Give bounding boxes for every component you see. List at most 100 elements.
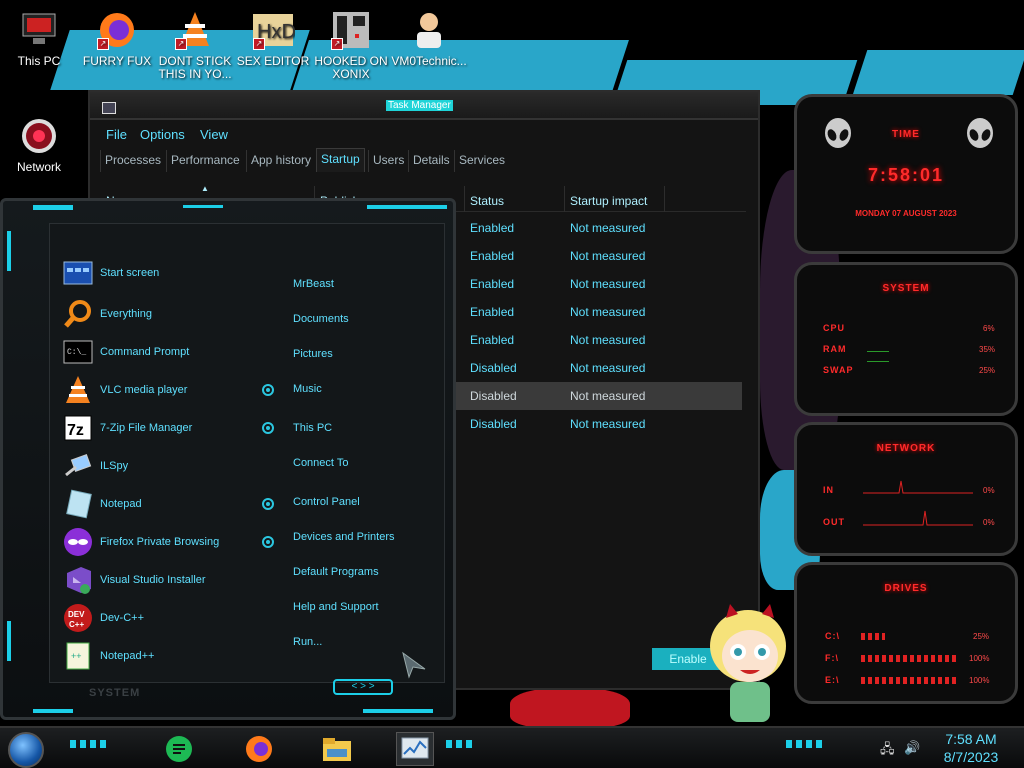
- place-connect-to[interactable]: Connect To: [293, 457, 348, 469]
- net-out-value: 0%: [983, 518, 995, 527]
- drive-e-label: E:\: [825, 675, 840, 685]
- tab-services[interactable]: Services: [454, 150, 509, 172]
- menu-file[interactable]: File: [106, 127, 127, 142]
- tab-users[interactable]: Users: [368, 150, 408, 172]
- place-run[interactable]: Run...: [293, 636, 322, 648]
- drive-f-bar: [861, 655, 957, 662]
- gadget-title: DRIVES: [884, 583, 928, 594]
- menu-view[interactable]: View: [200, 127, 228, 142]
- drive-f-value: 100%: [969, 654, 990, 663]
- start-menu-footer: SYSTEM: [89, 687, 141, 699]
- place-music[interactable]: Music: [293, 383, 322, 395]
- taskbar-app-firefox[interactable]: [240, 732, 278, 766]
- network-tray-icon[interactable]: 🖧: [880, 740, 895, 762]
- drive-f-label: F:\: [825, 653, 839, 663]
- menu-options[interactable]: Options: [140, 127, 185, 142]
- clock-time: 7:58 AM: [945, 731, 997, 747]
- computer-icon: [17, 8, 61, 52]
- program-label: VLC media player: [100, 384, 188, 396]
- row-status: Enabled: [470, 333, 515, 347]
- gadget-title: TIME: [892, 129, 920, 140]
- desktop-icon-firefox[interactable]: ↗ FURRY FUX: [78, 8, 156, 68]
- submenu-arrow-icon[interactable]: [262, 422, 274, 434]
- desktop-icon-label: Network: [16, 160, 61, 174]
- xonix-icon: ↗: [329, 8, 373, 52]
- submenu-arrow-icon[interactable]: [262, 384, 274, 396]
- desktop-icon-network[interactable]: Network: [0, 114, 78, 174]
- window-title: Task Manager: [386, 100, 453, 111]
- gadget-title: SYSTEM: [882, 283, 930, 294]
- cpu-label: CPU: [823, 323, 846, 333]
- volume-icon[interactable]: 🔊: [904, 740, 920, 756]
- program-label: Notepad++: [100, 650, 155, 662]
- desktop-icon-xonix[interactable]: ↗ HOOKED ON XONIX: [312, 8, 390, 81]
- clock-date: 8/7/2023: [943, 749, 999, 765]
- drives-gadget: DRIVES C:\ 25% F:\ 100% E:\ 100%: [794, 562, 1018, 704]
- vlc-cone-icon: ↗: [173, 8, 217, 52]
- column-startup-impact[interactable]: Startup impact: [570, 194, 647, 208]
- desktop-icon-vlc[interactable]: ↗ DONT STICK THIS IN YO...: [156, 8, 234, 81]
- place-this-pc[interactable]: This PC: [293, 422, 332, 434]
- place-pictures[interactable]: Pictures: [293, 348, 333, 360]
- gadget-date: MONDAY 07 AUGUST 2023: [855, 209, 957, 218]
- swap-label: SWAP: [823, 365, 854, 375]
- row-status: Enabled: [470, 249, 515, 263]
- dev-cpp-icon: DEV C++: [63, 603, 93, 633]
- svg-text:DEV: DEV: [68, 610, 85, 619]
- cartoon-character-image: [710, 604, 786, 722]
- submenu-arrow-icon[interactable]: [262, 498, 274, 510]
- start-orb-button[interactable]: [8, 732, 44, 768]
- drive-e-value: 100%: [969, 676, 990, 685]
- desktop-icon-vm0[interactable]: VM0Technic...: [390, 8, 468, 68]
- row-status: Disabled: [470, 389, 517, 403]
- taskbar-app-green[interactable]: [160, 732, 198, 766]
- cpu-value: 6%: [983, 324, 995, 333]
- column-status[interactable]: Status: [470, 194, 504, 208]
- program-label: Firefox Private Browsing: [100, 536, 220, 548]
- network-gadget: NETWORK IN 0% OUT 0%: [794, 422, 1018, 556]
- taskbar-decoration: [446, 740, 476, 748]
- svg-text:7z: 7z: [67, 422, 84, 439]
- notepad-plus-plus-icon: ++: [63, 641, 93, 671]
- firefox-private-icon: [63, 527, 93, 557]
- start-menu[interactable]: Start screen Everything C:\_ Command Pro…: [0, 198, 456, 720]
- row-status: Disabled: [470, 417, 517, 431]
- taskbar: 🖧 🔊 7:58 AM 8/7/2023: [0, 726, 1024, 768]
- submenu-arrow-icon[interactable]: [262, 536, 274, 548]
- place-help-support[interactable]: Help and Support: [293, 601, 379, 613]
- taskbar-app-task-manager[interactable]: [396, 732, 434, 766]
- desktop-icon-hex-editor[interactable]: HxD ↗ SEX EDITOR: [234, 8, 312, 68]
- drive-c-bar: [861, 633, 885, 640]
- all-programs-toggle[interactable]: < > >: [333, 679, 393, 695]
- net-out-label: OUT: [823, 517, 845, 527]
- tab-app-history[interactable]: App history: [246, 150, 315, 172]
- ilspy-icon: [63, 451, 93, 481]
- row-impact: Not measured: [570, 305, 646, 319]
- place-default-programs[interactable]: Default Programs: [293, 566, 379, 578]
- desktop-icon-label: VM0Technic...: [391, 54, 467, 68]
- tab-startup[interactable]: Startup: [316, 148, 365, 172]
- desktop-icon-this-pc[interactable]: This PC: [0, 8, 78, 68]
- ram-bar: [867, 351, 889, 352]
- place-mrbeast[interactable]: MrBeast: [293, 278, 334, 290]
- program-label: Notepad: [100, 498, 142, 510]
- tab-performance[interactable]: Performance: [166, 150, 244, 172]
- row-impact: Not measured: [570, 361, 646, 375]
- row-status: Enabled: [470, 221, 515, 235]
- place-documents[interactable]: Documents: [293, 313, 349, 325]
- place-devices-printers[interactable]: Devices and Printers: [293, 531, 395, 543]
- place-control-panel[interactable]: Control Panel: [293, 496, 360, 508]
- row-impact: Not measured: [570, 221, 646, 235]
- menu-bar: File Options View: [90, 122, 758, 146]
- taskbar-clock[interactable]: 7:58 AM 8/7/2023: [936, 730, 1006, 766]
- window-titlebar[interactable]: Task Manager: [90, 92, 758, 120]
- svg-text:C++: C++: [69, 620, 84, 629]
- tab-processes[interactable]: Processes: [100, 150, 165, 172]
- swap-bar: [867, 361, 889, 362]
- drive-e-bar: [861, 677, 957, 684]
- tab-details[interactable]: Details: [408, 150, 454, 172]
- taskbar-app-file-explorer[interactable]: [318, 732, 356, 766]
- drive-c-value: 25%: [973, 632, 990, 641]
- task-manager-app-icon: [102, 102, 116, 114]
- row-status: Disabled: [470, 361, 517, 375]
